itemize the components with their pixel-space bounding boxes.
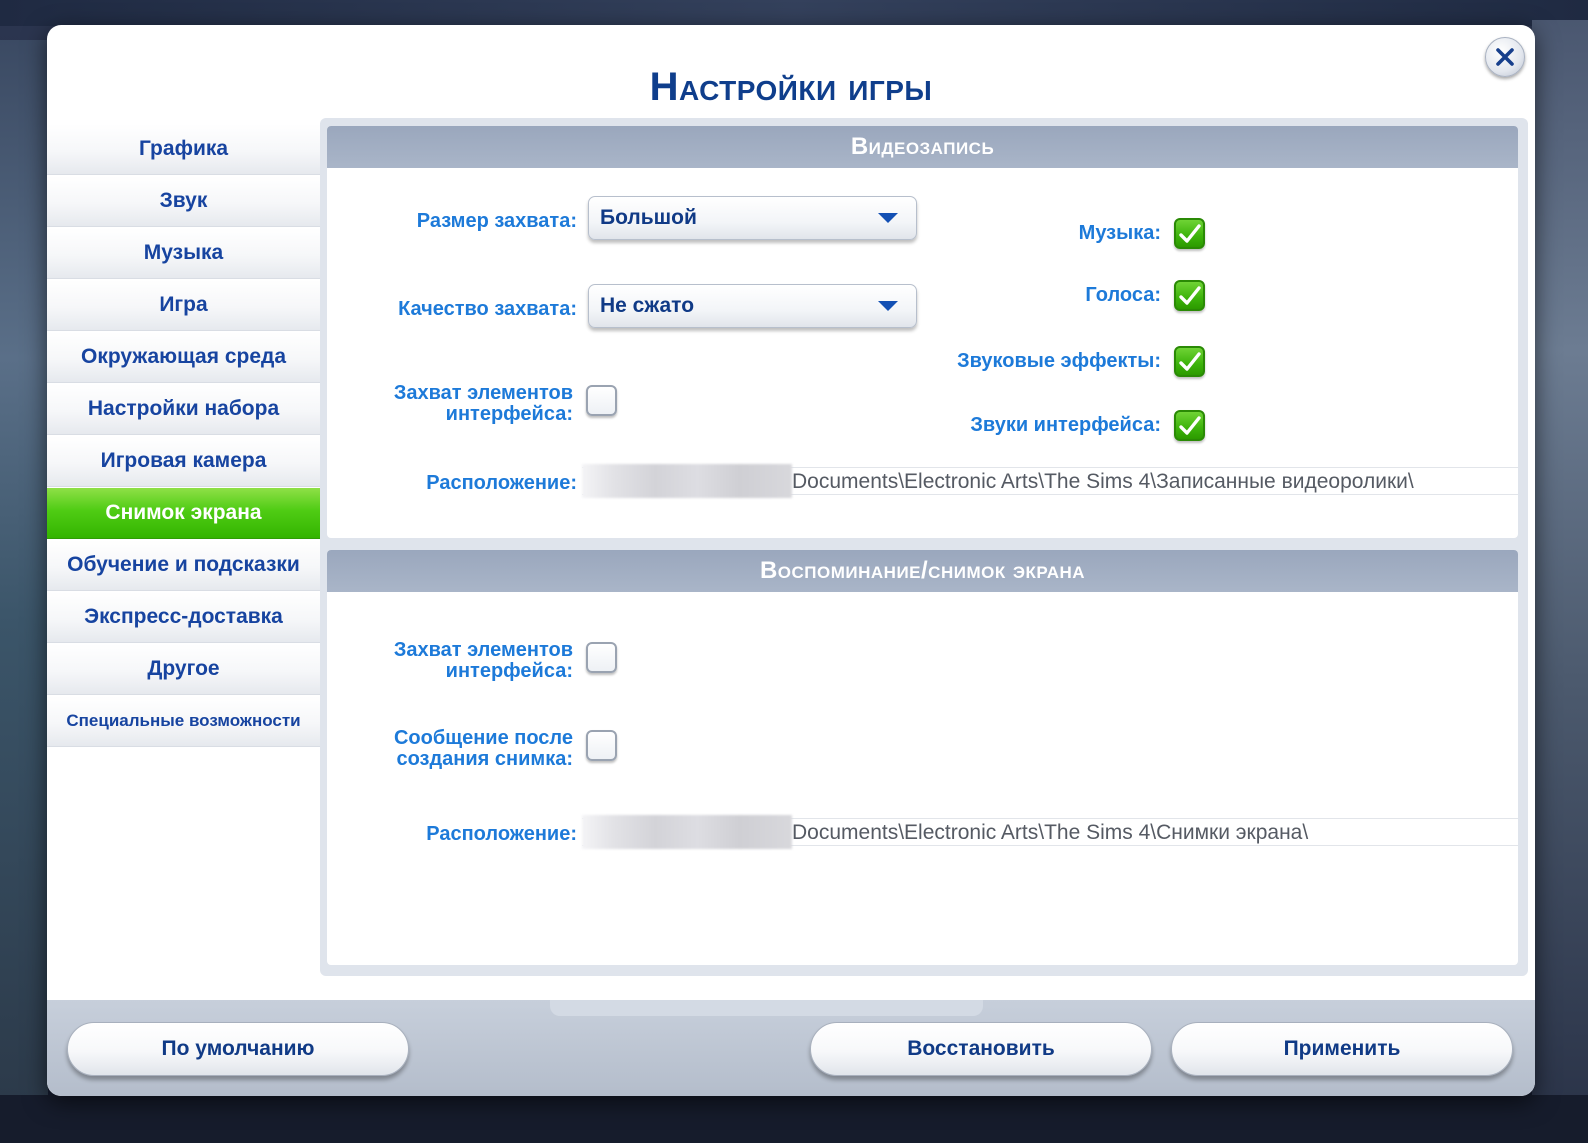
memory-screenshot-panel: Воспоминание/снимок экрана Захват элемен…: [327, 550, 1518, 965]
tab-sound[interactable]: Звук: [47, 176, 320, 227]
dialog-title: Настройки игры: [649, 65, 933, 109]
chevron-down-icon: [878, 301, 898, 311]
voices-label: Голоса:: [1085, 284, 1161, 306]
sfx-label: Звуковые эффекты:: [957, 350, 1161, 372]
memory-capture-ui-label: Захват элементов интерфейса:: [347, 640, 573, 682]
footer-notch: [550, 1000, 983, 1016]
sfx-checkbox[interactable]: [1174, 346, 1205, 377]
ui-sounds-label: Звуки интерфейса:: [970, 414, 1161, 436]
tab-music[interactable]: Музыка: [47, 228, 320, 279]
settings-dialog: Настройки игры Графика Звук Музыка Игра …: [47, 25, 1535, 1096]
video-panel-header: Видеозапись: [327, 126, 1518, 168]
capture-quality-label: Качество захвата:: [398, 298, 577, 320]
memory-location-redacted: [582, 815, 792, 849]
close-button[interactable]: [1485, 37, 1525, 77]
checkmark-icon: [1178, 351, 1201, 371]
settings-content: Видеозапись Размер захвата: Большой Каче…: [320, 118, 1528, 976]
chevron-down-icon: [878, 213, 898, 223]
video-location-path: Documents\Electronic Arts\The Sims 4\Зап…: [792, 470, 1414, 493]
screenshot-message-label-line2: создания снимка:: [396, 748, 573, 770]
video-capture-ui-label-line2: интерфейса:: [445, 403, 573, 425]
capture-quality-value: Не сжато: [600, 294, 695, 317]
tab-screenshot[interactable]: Снимок экрана: [47, 488, 320, 539]
video-location-label: Расположение:: [426, 472, 577, 494]
screenshot-message-checkbox[interactable]: [586, 730, 617, 761]
memory-capture-ui-checkbox[interactable]: [586, 642, 617, 673]
video-capture-panel: Видеозапись Размер захвата: Большой Каче…: [327, 126, 1518, 538]
video-capture-ui-label-line1: Захват элементов: [393, 382, 573, 404]
tab-graphics[interactable]: Графика: [47, 124, 320, 175]
capture-size-value: Большой: [600, 206, 697, 229]
settings-sidebar: Графика Звук Музыка Игра Окружающая сред…: [47, 118, 320, 748]
video-location-redacted: [582, 464, 792, 498]
capture-size-dropdown[interactable]: Большой: [588, 196, 917, 240]
tab-other[interactable]: Другое: [47, 644, 320, 695]
tab-cas-settings[interactable]: Настройки набора: [47, 384, 320, 435]
memory-location-path: Documents\Electronic Arts\The Sims 4\Сни…: [792, 821, 1309, 844]
memory-capture-ui-label-line1: Захват элементов: [393, 639, 573, 661]
background-right: [1532, 20, 1588, 1120]
music-label: Музыка:: [1078, 222, 1161, 244]
ui-sounds-checkbox[interactable]: [1174, 410, 1205, 441]
tab-game[interactable]: Игра: [47, 280, 320, 331]
tab-express-delivery[interactable]: Экспресс-доставка: [47, 592, 320, 643]
checkmark-icon: [1178, 223, 1201, 243]
memory-location-label: Расположение:: [426, 823, 577, 845]
background-left: [0, 40, 48, 1100]
tab-tutorial[interactable]: Обучение и подсказки: [47, 540, 320, 591]
capture-quality-dropdown[interactable]: Не сжато: [588, 284, 917, 328]
video-capture-ui-label: Захват элементов интерфейса:: [347, 383, 573, 425]
tab-environment[interactable]: Окружающая среда: [47, 332, 320, 383]
video-capture-ui-checkbox[interactable]: [586, 385, 617, 416]
tab-camera[interactable]: Игровая камера: [47, 436, 320, 487]
background-bottom: [0, 1095, 1588, 1143]
defaults-button[interactable]: По умолчанию: [67, 1022, 409, 1076]
restore-button[interactable]: Восстановить: [810, 1022, 1152, 1076]
close-icon: [1496, 48, 1514, 66]
apply-button[interactable]: Применить: [1171, 1022, 1513, 1076]
tab-accessibility[interactable]: Специальные возможности: [47, 696, 320, 747]
memory-panel-header: Воспоминание/снимок экрана: [327, 550, 1518, 592]
checkmark-icon: [1178, 415, 1201, 435]
background-top: [0, 0, 1588, 26]
dialog-footer: По умолчанию Восстановить Применить: [47, 1000, 1535, 1096]
screenshot-message-label-line1: Сообщение после: [393, 727, 573, 749]
memory-capture-ui-label-line2: интерфейса:: [445, 660, 573, 682]
voices-checkbox[interactable]: [1174, 280, 1205, 311]
capture-size-label: Размер захвата:: [416, 210, 577, 232]
checkmark-icon: [1178, 285, 1201, 305]
music-checkbox[interactable]: [1174, 218, 1205, 249]
screenshot-message-label: Сообщение после создания снимка:: [347, 728, 573, 770]
